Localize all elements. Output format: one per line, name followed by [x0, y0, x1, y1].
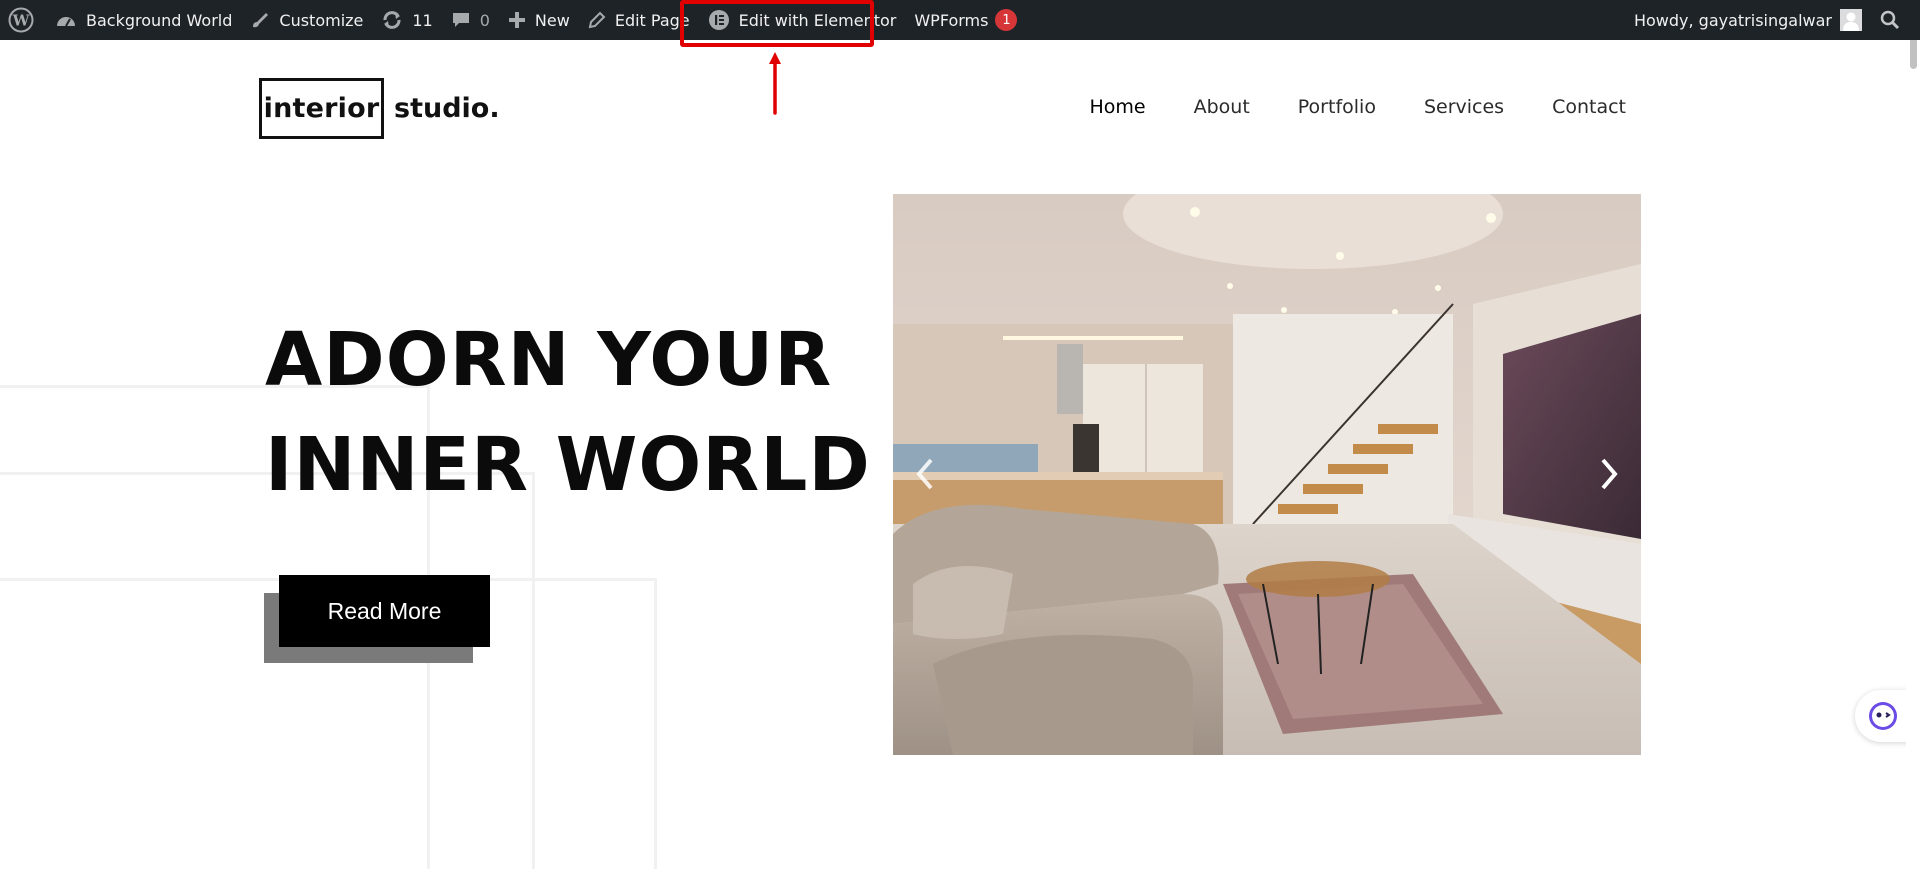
- hero-heading-line2: INNER WORLD: [265, 422, 871, 508]
- my-account-link[interactable]: Howdy, gayatrisingalwar: [1625, 0, 1871, 40]
- updates-link[interactable]: 11: [372, 0, 441, 40]
- wpforms-label: WPForms: [914, 10, 989, 30]
- hero-heading: ADORN YOUR INNER WORLD: [265, 308, 871, 518]
- svg-text:W: W: [12, 12, 31, 30]
- edit-with-elementor-label: Edit with Elementor: [738, 10, 897, 30]
- updates-count: 11: [412, 10, 433, 30]
- howdy-label: Howdy, gayatrisingalwar: [1633, 10, 1832, 30]
- customize-link[interactable]: Customize: [241, 0, 372, 40]
- plus-icon: [508, 11, 526, 29]
- elementor-icon: [708, 9, 730, 31]
- edit-page-link[interactable]: Edit Page: [579, 0, 699, 40]
- nav-item-about[interactable]: About: [1194, 96, 1250, 118]
- nav-item-portfolio[interactable]: Portfolio: [1298, 96, 1376, 118]
- wpforms-notification-badge: 1: [995, 9, 1018, 31]
- hero-image-slider[interactable]: [893, 194, 1641, 755]
- brush-icon: [250, 10, 270, 30]
- site-name-link[interactable]: Background World: [46, 0, 241, 40]
- chevron-left-icon: [916, 458, 933, 490]
- chevron-right-icon: [1601, 458, 1618, 490]
- hero-heading-line1: ADORN YOUR: [265, 317, 833, 403]
- comments-link[interactable]: 0: [442, 0, 499, 40]
- site-logo[interactable]: interior studio.: [259, 78, 500, 139]
- admin-search[interactable]: [1871, 0, 1920, 40]
- chat-widget-button[interactable]: [1855, 690, 1911, 742]
- dashboard-icon: [55, 11, 77, 29]
- nav-item-home[interactable]: Home: [1089, 96, 1145, 118]
- updates-icon: [381, 10, 403, 30]
- pencil-icon: [588, 11, 606, 29]
- new-label: New: [534, 10, 570, 30]
- comments-count: 0: [479, 10, 490, 30]
- customize-label: Customize: [279, 10, 364, 30]
- living-room-image: [893, 194, 1641, 755]
- slider-prev-button[interactable]: [905, 446, 945, 502]
- site-name-label: Background World: [86, 10, 233, 30]
- main-navigation: Home About Portfolio Services Contact: [1089, 96, 1626, 118]
- logo-boxed-text: interior: [259, 78, 384, 139]
- page-scrollbar[interactable]: [1906, 0, 1920, 869]
- wpforms-link[interactable]: WPForms 1: [905, 0, 1026, 40]
- wordpress-logo-icon: W: [8, 7, 34, 33]
- annotation-arrow-icon: [769, 52, 781, 115]
- logo-text: studio.: [394, 93, 500, 124]
- nav-item-services[interactable]: Services: [1424, 96, 1504, 118]
- avatar: [1840, 9, 1862, 31]
- wordpress-menu[interactable]: W: [0, 0, 46, 40]
- chatbot-face-icon: [1869, 702, 1897, 730]
- slider-next-button[interactable]: [1589, 446, 1629, 502]
- search-icon: [1880, 10, 1900, 30]
- new-content-link[interactable]: New: [499, 0, 579, 40]
- admin-bar: W Background World Customize 11 0 New Ed…: [0, 0, 1920, 40]
- nav-item-contact[interactable]: Contact: [1552, 96, 1626, 118]
- comment-icon: [451, 10, 471, 30]
- read-more-button[interactable]: Read More: [279, 575, 490, 647]
- edit-with-elementor-link[interactable]: Edit with Elementor: [699, 0, 906, 40]
- edit-page-label: Edit Page: [614, 10, 690, 30]
